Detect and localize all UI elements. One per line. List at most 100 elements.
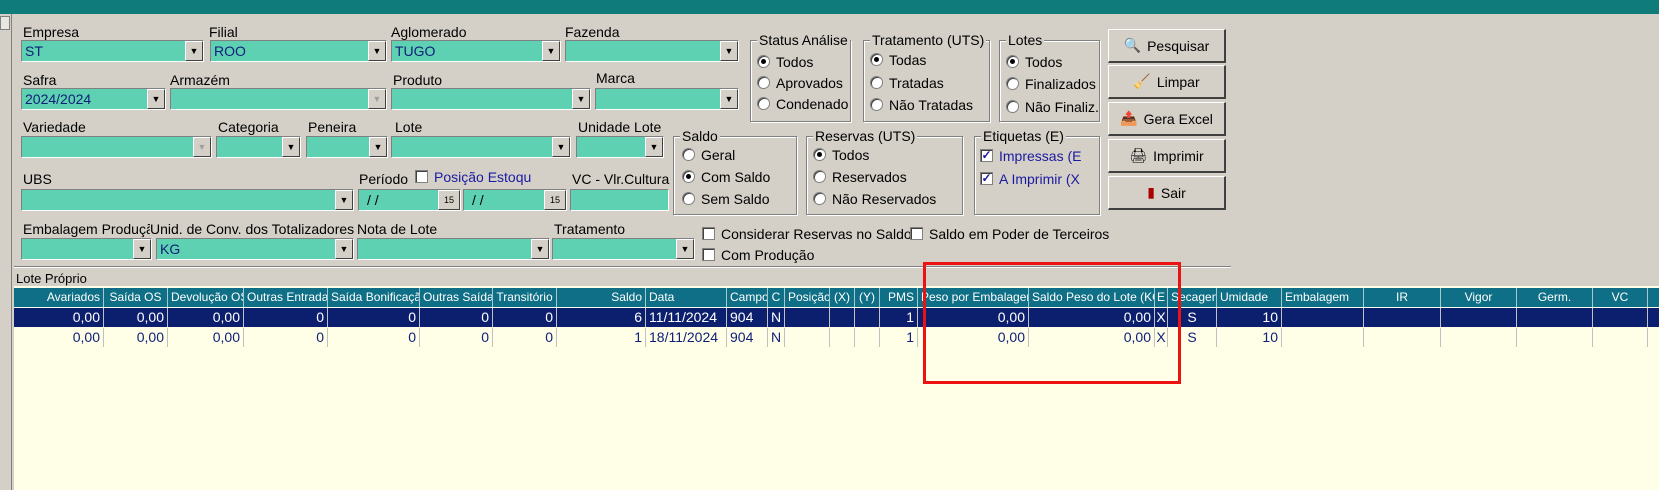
periodo-to-field[interactable]: / / 15 — [463, 189, 567, 211]
reservas-reservados-radio[interactable]: Reservados — [813, 169, 907, 185]
col-header[interactable]: (X) — [830, 288, 855, 307]
radio-icon[interactable] — [1006, 100, 1019, 113]
col-header[interactable]: Posição — [785, 288, 830, 307]
calendar-icon[interactable]: 15 — [544, 190, 566, 210]
col-header[interactable]: VC — [1593, 288, 1648, 307]
checkbox-box[interactable] — [415, 170, 428, 183]
checkbox-box[interactable] — [702, 227, 715, 240]
check-icon[interactable]: ✓ — [980, 149, 993, 162]
lotes-nao-finalizados-radio[interactable]: Não Finaliz. — [1006, 99, 1099, 115]
com-producao-checkbox[interactable]: Com Produção — [702, 247, 814, 263]
chevron-down-icon[interactable]: ▼ — [531, 239, 549, 259]
variedade-select[interactable]: ▼ — [21, 136, 212, 158]
chevron-down-icon[interactable]: ▼ — [368, 89, 386, 109]
radio-icon[interactable] — [1006, 77, 1019, 90]
periodo-from-field[interactable]: / / 15 — [358, 189, 461, 211]
gera-excel-button[interactable]: 📤 Gera Excel — [1108, 102, 1226, 136]
chevron-down-icon[interactable]: ▼ — [542, 41, 560, 61]
etiquetas-impressas-checkbox[interactable]: ✓ Impressas (E — [980, 148, 1088, 164]
peneira-select[interactable]: ▼ — [306, 136, 388, 158]
embalagem-producao-select[interactable]: ▼ — [21, 238, 152, 260]
chevron-down-icon[interactable]: ▼ — [676, 239, 694, 259]
col-header[interactable]: (Y) — [855, 288, 880, 307]
lote-select[interactable]: ▼ — [391, 136, 571, 158]
etiquetas-a-imprimir-checkbox[interactable]: ✓ A Imprimir (X — [980, 171, 1088, 187]
status-aprovados-radio[interactable]: Aprovados — [757, 75, 843, 91]
vc-input[interactable] — [570, 189, 669, 211]
radio-icon[interactable] — [870, 98, 883, 111]
radio-icon[interactable] — [757, 97, 770, 110]
col-header[interactable]: Transitório — [493, 288, 557, 307]
calendar-icon[interactable]: 15 — [438, 190, 460, 210]
check-icon[interactable]: ✓ — [980, 172, 993, 185]
col-header[interactable]: Devolução OS — [168, 288, 244, 307]
saldo-terceiros-checkbox[interactable]: Saldo em Poder de Terceiros — [910, 226, 1109, 242]
chevron-down-icon[interactable]: ▼ — [720, 89, 738, 109]
col-header[interactable]: Data — [646, 288, 727, 307]
chevron-down-icon[interactable]: ▼ — [645, 137, 663, 157]
col-header[interactable]: PMS — [880, 288, 918, 307]
col-header[interactable]: Avariados — [14, 288, 104, 307]
limpar-button[interactable]: 🧹 Limpar — [1108, 65, 1226, 99]
col-header[interactable]: Saída Bonificação — [328, 288, 420, 307]
tratamento-todas-radio[interactable]: Todas — [870, 52, 926, 68]
reservas-nao-reservados-radio[interactable]: Não Reservados — [813, 191, 936, 207]
col-header[interactable]: Outras Entradas — [244, 288, 328, 307]
radio-icon[interactable] — [813, 170, 826, 183]
categoria-select[interactable]: ▼ — [216, 136, 301, 158]
aglomerado-select[interactable]: TUGO ▼ — [391, 40, 561, 62]
lotes-todos-radio[interactable]: Todos — [1006, 54, 1062, 70]
chevron-down-icon[interactable]: ▼ — [369, 137, 387, 157]
sair-button[interactable]: ▮ Sair — [1108, 176, 1226, 210]
chevron-down-icon[interactable]: ▼ — [133, 239, 151, 259]
col-header[interactable]: Germ. — [1517, 288, 1593, 307]
nota-lote-select[interactable]: ▼ — [357, 238, 550, 260]
marca-select[interactable]: ▼ — [595, 88, 739, 110]
lotes-finalizados-radio[interactable]: Finalizados — [1006, 76, 1096, 92]
saldo-sem-saldo-radio[interactable]: Sem Saldo — [682, 191, 769, 207]
fazenda-select[interactable]: ▼ — [565, 40, 739, 62]
chevron-down-icon[interactable]: ▼ — [147, 89, 165, 109]
posicao-estoque-checkbox[interactable]: Posição Estoqu — [415, 169, 531, 185]
empresa-select[interactable]: ST ▼ — [21, 40, 204, 62]
radio-icon[interactable] — [1006, 55, 1019, 68]
tratamento-select[interactable]: ▼ — [552, 238, 695, 260]
radio-icon[interactable] — [870, 76, 883, 89]
chevron-down-icon[interactable]: ▼ — [720, 41, 738, 61]
col-header[interactable]: Umidade — [1217, 288, 1282, 307]
chevron-down-icon[interactable]: ▼ — [193, 137, 211, 157]
tratamento-nao-tratadas-radio[interactable]: Não Tratadas — [870, 97, 973, 113]
radio-icon[interactable] — [757, 76, 770, 89]
considerar-reservas-checkbox[interactable]: Considerar Reservas no Saldo — [702, 226, 912, 242]
chevron-down-icon[interactable]: ▼ — [368, 41, 386, 61]
checkbox-box[interactable] — [910, 227, 923, 240]
chevron-down-icon[interactable]: ▼ — [552, 137, 570, 157]
status-todos-radio[interactable]: Todos — [757, 54, 813, 70]
col-header[interactable]: C — [768, 288, 785, 307]
radio-icon[interactable] — [813, 192, 826, 205]
reservas-todos-radio[interactable]: Todos — [813, 147, 869, 163]
tratamento-tratadas-radio[interactable]: Tratadas — [870, 75, 944, 91]
radio-icon[interactable] — [682, 170, 695, 183]
left-panel-button[interactable] — [0, 16, 10, 30]
unid-conv-select[interactable]: KG ▼ — [156, 238, 354, 260]
table-row[interactable]: 0,00 0,00 0,00 0 0 0 0 6 11/11/2024 904 … — [14, 308, 1659, 327]
col-header[interactable]: Vigor — [1441, 288, 1517, 307]
filial-select[interactable]: ROO ▼ — [210, 40, 387, 62]
produto-select[interactable]: ▼ — [391, 88, 591, 110]
status-condenado-radio[interactable]: Condenado — [757, 96, 848, 112]
table-row[interactable]: 0,00 0,00 0,00 0 0 0 0 1 18/11/2024 904 … — [14, 328, 1659, 347]
col-header[interactable]: Embalagem — [1282, 288, 1364, 307]
radio-icon[interactable] — [682, 192, 695, 205]
pesquisar-button[interactable]: 🔍 Pesquisar — [1108, 29, 1226, 63]
saldo-geral-radio[interactable]: Geral — [682, 147, 735, 163]
chevron-down-icon[interactable]: ▼ — [335, 190, 353, 210]
col-header[interactable]: Campo — [727, 288, 768, 307]
col-header[interactable]: IR — [1364, 288, 1441, 307]
saldo-com-saldo-radio[interactable]: Com Saldo — [682, 169, 770, 185]
col-header[interactable]: Saída OS — [104, 288, 168, 307]
unidade-lote-select[interactable]: ▼ — [576, 136, 664, 158]
col-header[interactable]: Outras Saídas — [420, 288, 493, 307]
chevron-down-icon[interactable]: ▼ — [185, 41, 203, 61]
imprimir-button[interactable]: 🖨 Imprimir — [1108, 139, 1226, 173]
